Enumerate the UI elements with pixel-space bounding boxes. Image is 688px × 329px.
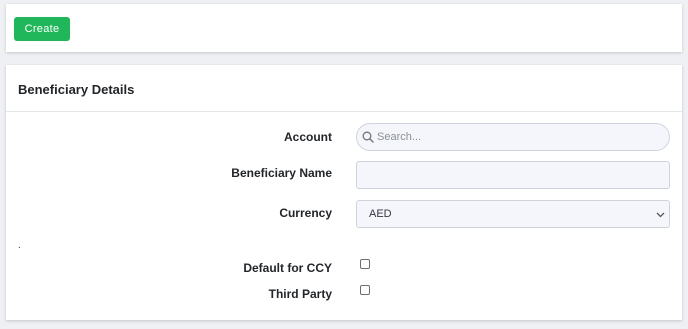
currency-label: Currency	[279, 206, 332, 220]
account-label: Account	[284, 130, 332, 144]
currency-selected-value: AED	[369, 208, 392, 220]
default-for-ccy-label: Default for CCY	[243, 261, 332, 275]
account-search-placeholder: Search...	[377, 131, 422, 143]
divider	[6, 111, 682, 112]
third-party-checkbox[interactable]	[360, 285, 370, 295]
chevron-down-icon	[656, 212, 665, 218]
account-search-input[interactable]: Search...	[356, 123, 670, 151]
beneficiary-name-input[interactable]	[356, 161, 670, 189]
third-party-label: Third Party	[268, 287, 332, 301]
beneficiary-name-label: Beneficiary Name	[231, 166, 332, 180]
create-button[interactable]: Create	[14, 17, 70, 41]
card-title: Beneficiary Details	[18, 82, 135, 97]
currency-select[interactable]: AED	[356, 200, 670, 228]
search-icon	[362, 131, 374, 143]
default-for-ccy-checkbox[interactable]	[360, 259, 370, 269]
toolbar-card: Create	[6, 4, 682, 52]
separator-dot: .	[18, 240, 21, 251]
beneficiary-details-card: Beneficiary Details Account Search... Be…	[6, 65, 682, 320]
